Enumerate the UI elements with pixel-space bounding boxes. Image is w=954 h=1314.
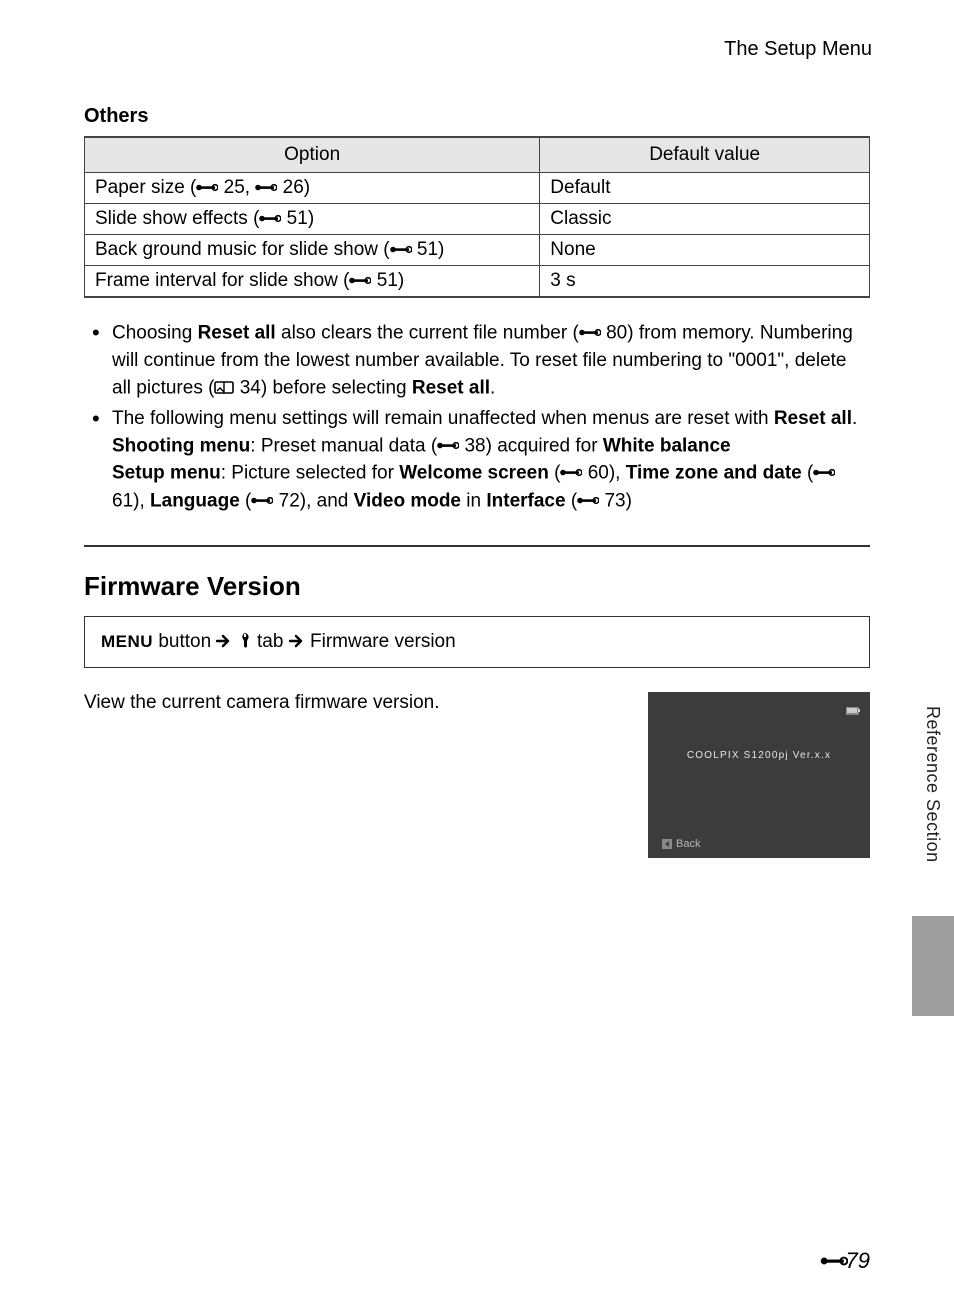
manual-icon bbox=[214, 375, 234, 402]
notes-list: Choosing Reset all also clears the curre… bbox=[84, 320, 870, 515]
language-label: Language bbox=[150, 490, 240, 511]
side-tab-indicator bbox=[912, 916, 954, 1016]
white-balance-label: White balance bbox=[603, 435, 731, 456]
tzd-label: Time zone and date bbox=[626, 463, 802, 484]
default-cell: Classic bbox=[540, 204, 870, 235]
default-cell: 3 s bbox=[540, 266, 870, 298]
reference-icon bbox=[259, 208, 281, 230]
firmware-heading: Firmware Version bbox=[84, 571, 870, 602]
setup-menu-label: Setup menu bbox=[112, 463, 221, 484]
reference-icon bbox=[577, 488, 599, 515]
table-row: Back ground music for slide show ( 51) N… bbox=[85, 235, 870, 266]
nav-path-box: MENU button tab Firmware version bbox=[84, 616, 870, 668]
reference-icon bbox=[560, 460, 582, 487]
firmware-version-text: COOLPIX S1200pj Ver.x.x bbox=[648, 750, 870, 761]
list-item: Choosing Reset all also clears the curre… bbox=[84, 320, 870, 402]
list-item: The following menu settings will remain … bbox=[84, 406, 870, 515]
menu-button-label: MENU bbox=[101, 632, 153, 651]
option-cell: Frame interval for slide show ( 51) bbox=[85, 266, 540, 298]
table-row: Frame interval for slide show ( 51) 3 s bbox=[85, 266, 870, 298]
back-indicator: Back bbox=[662, 838, 700, 850]
reference-icon bbox=[390, 239, 412, 261]
divider bbox=[84, 545, 870, 547]
page-number: 79 bbox=[846, 1248, 870, 1274]
welcome-screen-label: Welcome screen bbox=[399, 463, 549, 484]
table-header-row: Option Default value bbox=[85, 137, 870, 173]
reference-icon bbox=[349, 270, 371, 292]
reset-all-label: Reset all bbox=[412, 377, 490, 398]
page-header: The Setup Menu bbox=[84, 38, 872, 61]
options-table: Option Default value Paper size ( 25, 26… bbox=[84, 136, 870, 298]
camera-lcd-preview: COOLPIX S1200pj Ver.x.x Back bbox=[648, 692, 870, 858]
side-tab-label: Reference Section bbox=[922, 706, 943, 863]
shooting-menu-label: Shooting menu bbox=[112, 435, 250, 456]
reference-icon bbox=[255, 177, 277, 199]
option-cell: Slide show effects ( 51) bbox=[85, 204, 540, 235]
side-tab: Reference Section bbox=[912, 706, 954, 1016]
page-footer: 79 bbox=[820, 1248, 870, 1274]
reset-all-label: Reset all bbox=[198, 323, 276, 344]
reference-icon bbox=[579, 320, 601, 347]
table-row: Slide show effects ( 51) Classic bbox=[85, 204, 870, 235]
arrow-right-icon bbox=[289, 631, 305, 653]
battery-icon bbox=[846, 702, 860, 720]
th-option: Option bbox=[85, 137, 540, 173]
option-cell: Back ground music for slide show ( 51) bbox=[85, 235, 540, 266]
reference-icon bbox=[437, 433, 459, 460]
th-default: Default value bbox=[540, 137, 870, 173]
reset-all-label: Reset all bbox=[774, 408, 852, 429]
option-cell: Paper size ( 25, 26) bbox=[85, 173, 540, 204]
reference-icon bbox=[251, 488, 273, 515]
arrow-right-icon bbox=[216, 631, 232, 653]
interface-label: Interface bbox=[486, 490, 565, 511]
default-cell: None bbox=[540, 235, 870, 266]
firmware-description: View the current camera firmware version… bbox=[84, 692, 624, 714]
reference-icon bbox=[820, 1248, 842, 1274]
video-mode-label: Video mode bbox=[354, 490, 461, 511]
setup-tab-icon bbox=[238, 631, 252, 653]
default-cell: Default bbox=[540, 173, 870, 204]
section-others-title: Others bbox=[84, 105, 870, 128]
reference-icon bbox=[196, 177, 218, 199]
reference-icon bbox=[813, 460, 835, 487]
table-row: Paper size ( 25, 26) Default bbox=[85, 173, 870, 204]
